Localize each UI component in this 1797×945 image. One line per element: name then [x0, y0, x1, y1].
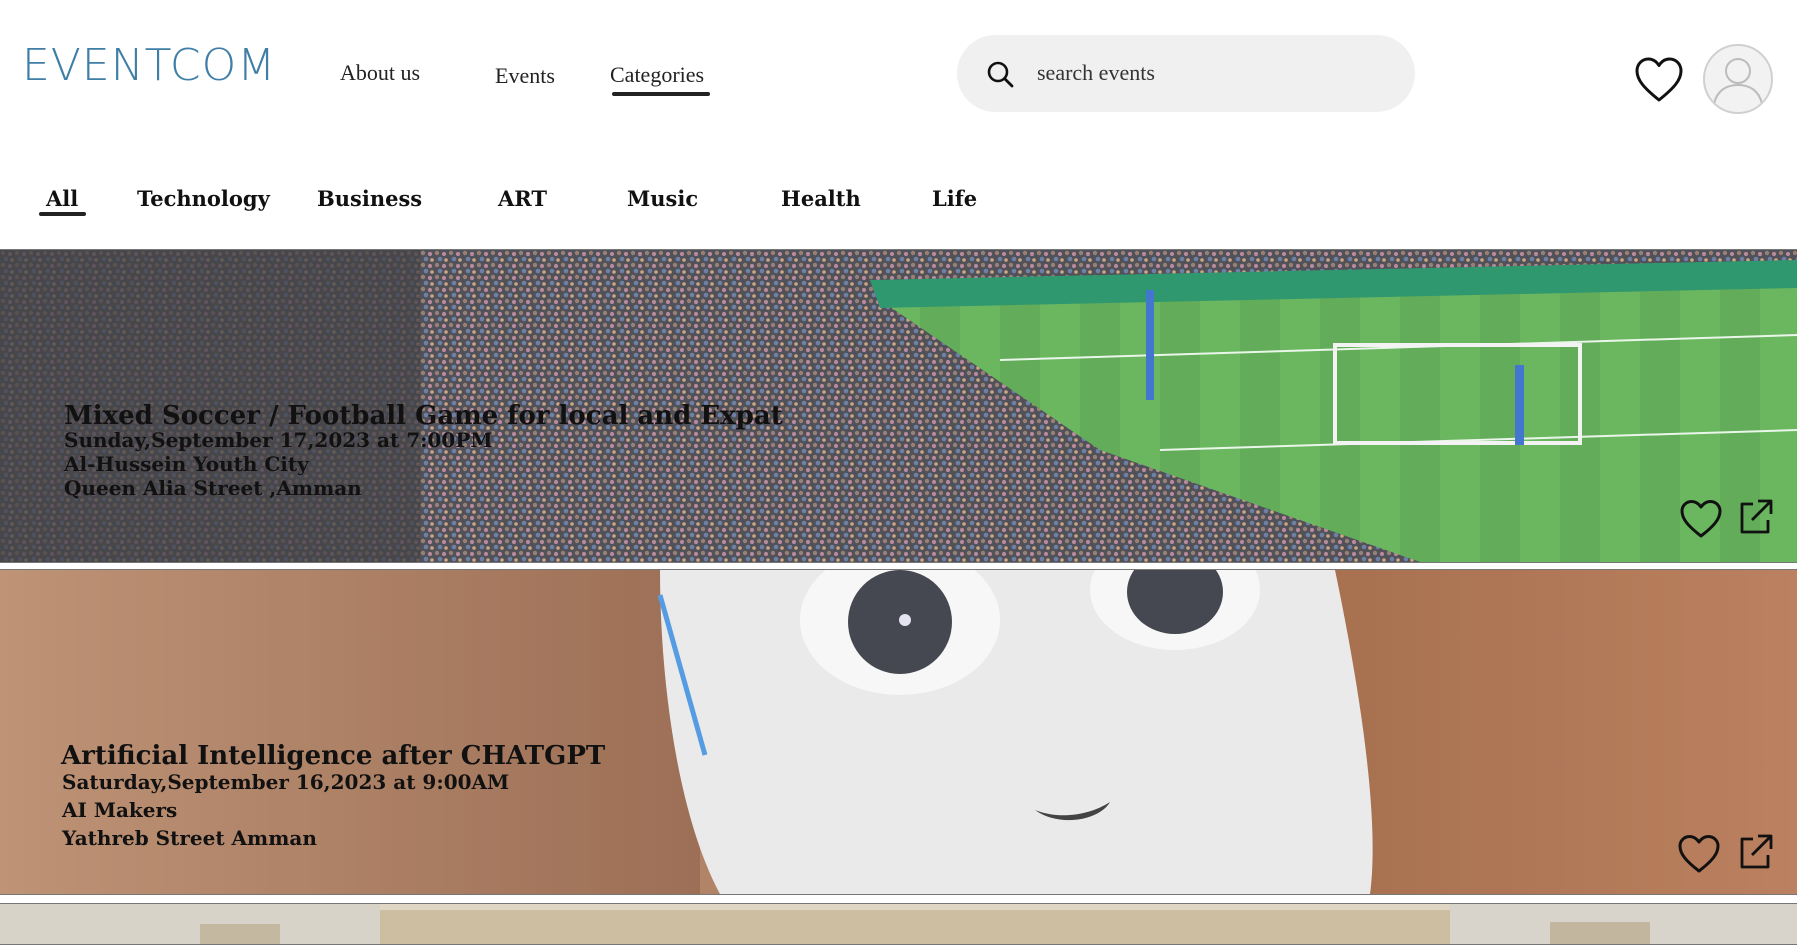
event-title[interactable]: Mixed Soccer / Football Game for local a… — [64, 403, 783, 429]
tab-health[interactable]: Health — [781, 188, 861, 209]
share-external-icon[interactable] — [1738, 498, 1774, 536]
user-avatar[interactable] — [1703, 44, 1773, 114]
tab-all[interactable]: All — [46, 188, 78, 209]
event-card[interactable]: Artificial Intelligence after CHATGPT Sa… — [0, 569, 1797, 895]
event-datetime: Saturday,September 16,2023 at 9:00AM — [62, 770, 510, 794]
nav-events[interactable]: Events — [495, 65, 555, 87]
event-address: Yathreb Street Amman — [62, 826, 317, 850]
favorite-heart-icon[interactable] — [1679, 499, 1723, 539]
search-input[interactable] — [1037, 53, 1377, 93]
event-venue: AI Makers — [62, 798, 178, 822]
nav-categories[interactable]: Categories — [610, 64, 704, 86]
site-logo[interactable]: EVENTCOM — [22, 44, 276, 88]
tab-life[interactable]: Life — [932, 188, 977, 209]
event-venue: Al-Hussein Youth City — [64, 452, 309, 476]
nav-about-us[interactable]: About us — [340, 62, 420, 84]
tab-music[interactable]: Music — [627, 188, 698, 209]
search-icon[interactable] — [985, 59, 1015, 89]
tab-technology[interactable]: Technology — [137, 188, 270, 209]
event-address: Queen Alia Street ,Amman — [64, 476, 362, 500]
event-card[interactable] — [0, 903, 1797, 945]
favorites-heart-icon[interactable] — [1634, 56, 1684, 104]
event-datetime: Sunday,September 17,2023 at 7:00PM — [64, 428, 493, 452]
event-card[interactable]: Mixed Soccer / Football Game for local a… — [0, 249, 1797, 563]
favorite-heart-icon[interactable] — [1677, 834, 1721, 874]
search-bar[interactable] — [957, 35, 1415, 112]
tab-active-underline — [39, 212, 86, 216]
tab-business[interactable]: Business — [317, 188, 422, 209]
share-external-icon[interactable] — [1738, 833, 1774, 871]
nav-active-indicator — [612, 92, 710, 96]
event-title[interactable]: Artificial Intelligence after CHATGPT — [61, 743, 605, 769]
ruins-photo — [0, 904, 1797, 944]
tab-art[interactable]: ART — [498, 188, 547, 209]
user-avatar-icon — [1713, 58, 1763, 105]
